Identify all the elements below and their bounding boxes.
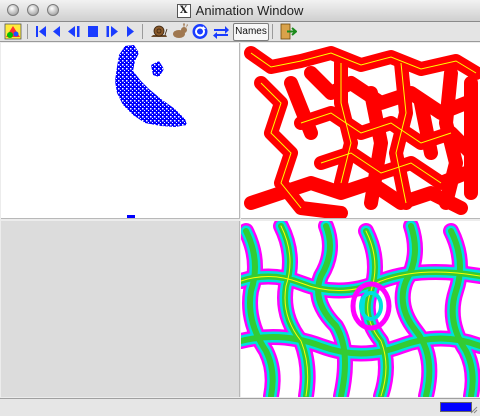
names-button[interactable]: Names xyxy=(233,23,269,41)
play-backward-icon[interactable] xyxy=(66,23,82,40)
toolbar-separator xyxy=(27,24,28,39)
title-bar: X Animation Window xyxy=(0,0,480,22)
window-title: Animation Window xyxy=(195,3,304,18)
panel-top-left[interactable] xyxy=(1,43,240,219)
resize-grip-icon[interactable] xyxy=(469,405,478,414)
status-bar xyxy=(0,398,480,416)
step-back-icon[interactable] xyxy=(51,23,63,40)
first-frame-icon[interactable] xyxy=(34,23,48,40)
panel-bottom-right[interactable] xyxy=(241,221,480,397)
step-forward-icon[interactable] xyxy=(124,23,136,40)
toolbar-separator xyxy=(272,24,273,39)
panel-bottom-left[interactable] xyxy=(1,221,240,397)
toolbar: Names xyxy=(0,22,480,42)
progress-indicator xyxy=(440,402,472,412)
red-network-map xyxy=(244,46,480,218)
toolbar-separator xyxy=(142,24,143,39)
x11-icon: X xyxy=(176,3,191,18)
loop-icon[interactable] xyxy=(191,23,209,40)
palette-icon[interactable] xyxy=(4,23,22,40)
contour-stream-map xyxy=(241,221,480,397)
blue-point-cloud xyxy=(115,45,187,218)
play-forward-icon[interactable] xyxy=(104,23,120,40)
swap-icon[interactable] xyxy=(212,23,230,40)
window-title-group: X Animation Window xyxy=(0,0,480,21)
progress-fill xyxy=(441,403,471,411)
stop-icon[interactable] xyxy=(86,23,100,40)
panel-top-right[interactable] xyxy=(241,43,480,219)
exit-icon[interactable] xyxy=(279,23,297,40)
fast-rabbit-icon[interactable] xyxy=(171,23,189,40)
slow-snail-icon[interactable] xyxy=(149,23,169,40)
